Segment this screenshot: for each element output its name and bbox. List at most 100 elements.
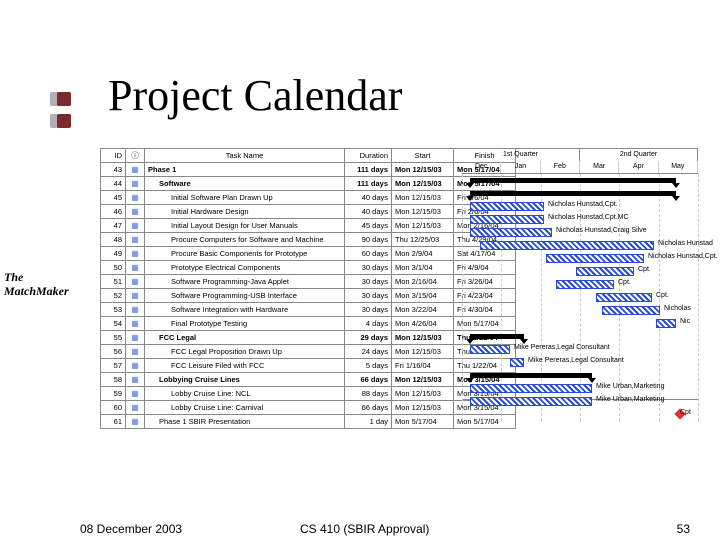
title-bullets — [50, 88, 71, 132]
resource-label: Cpt. — [618, 279, 631, 286]
info-icon — [131, 389, 139, 398]
gantt-row: Mike Pereras,Legal Consultant — [462, 356, 698, 369]
gantt-row: Nic — [462, 317, 698, 330]
table-row: 56FCC Legal Proposition Drawn Up24 daysM… — [101, 345, 516, 359]
gantt-row — [462, 174, 698, 187]
info-icon — [131, 277, 139, 286]
resource-label: Nicholas Hunstad,Craig Silve — [556, 227, 647, 234]
side-brand: The MatchMaker — [4, 270, 69, 298]
task-bar — [510, 358, 524, 367]
slide: Project Calendar The MatchMaker ID ⓘ Tas… — [0, 0, 720, 540]
gantt-row: Cpt — [462, 408, 698, 421]
gantt-quarter-header: 1st Quarter 2nd Quarter — [462, 149, 698, 161]
table-row: 59Lobby Cruise Line: NCL88 daysMon 12/15… — [101, 387, 516, 401]
table-row: 58Lobbying Cruise Lines66 daysMon 12/15/… — [101, 373, 516, 387]
info-icon — [131, 263, 139, 272]
resource-label: Nicholas Hunstad,Cpt. — [548, 201, 618, 208]
col-duration: Duration — [345, 149, 392, 163]
gantt-body: Nicholas Hunstad,Cpt. Nicholas Hunstad,Cp… — [462, 174, 698, 421]
task-bar — [576, 267, 634, 276]
footer-center: CS 410 (SBIR Approval) — [300, 522, 429, 536]
task-table: ID ⓘ Task Name Duration Start Finish 43P… — [100, 148, 516, 429]
task-bar — [470, 345, 510, 354]
month-cell: Apr — [619, 161, 658, 173]
gantt-row: Nicholas — [462, 304, 698, 317]
table-row: 53Software Integration with Hardware30 d… — [101, 303, 516, 317]
side-brand-line1: The — [4, 270, 69, 284]
info-icon — [131, 235, 139, 244]
table-row: 60Lobby Cruise Line: Carnival66 daysMon … — [101, 401, 516, 415]
task-bar — [596, 293, 652, 302]
gantt-row: Mike Urban,Marketing — [462, 382, 698, 395]
summary-bar — [470, 334, 524, 339]
gantt-row: Mike Pereras,Legal Consultant — [462, 343, 698, 356]
table-row: 55FCC Legal29 daysMon 12/15/03Thu 1/22/0… — [101, 331, 516, 345]
table-row: 46Initial Hardware Design40 daysMon 12/1… — [101, 205, 516, 219]
gantt-row: Nicholas Hunstad,Cpt.MC — [462, 213, 698, 226]
gantt-row: Nicholas Hunstad,Cpt. — [462, 252, 698, 265]
summary-bar — [470, 191, 676, 196]
info-icon — [131, 291, 139, 300]
table-row: 57FCC Leisure Filed with FCC5 daysFri 1/… — [101, 359, 516, 373]
info-icon — [131, 249, 139, 258]
table-row: 61Phase 1 SBIR Presentation1 dayMon 5/17… — [101, 415, 516, 429]
gantt-row: Nicholas Hunstad — [462, 239, 698, 252]
task-bar — [470, 228, 552, 237]
footer-date: 08 December 2003 — [80, 522, 182, 536]
table-row: 49Procure Basic Components for Prototype… — [101, 247, 516, 261]
resource-label: Mike Urban,Marketing — [596, 383, 664, 390]
footer-page: 53 — [677, 522, 690, 536]
task-bar — [470, 397, 592, 406]
gantt-row: Cpt. — [462, 291, 698, 304]
table-row: 52Software Programming-USB Interface30 d… — [101, 289, 516, 303]
info-icon — [131, 193, 139, 202]
col-name: Task Name — [145, 149, 345, 163]
resource-label: Mike Pereras,Legal Consultant — [528, 357, 624, 364]
info-icon — [131, 179, 139, 188]
info-icon — [131, 319, 139, 328]
slide-title: Project Calendar — [108, 70, 402, 121]
info-icon — [131, 375, 139, 384]
task-bar — [602, 306, 660, 315]
task-bar — [470, 202, 544, 211]
resource-label: Nic — [680, 318, 690, 325]
gantt-area: 1st Quarter 2nd Quarter DecJanFebMarAprM… — [462, 148, 698, 400]
resource-label: Nicholas Hunstad — [658, 240, 713, 247]
resource-label: Nicholas Hunstad,Cpt.MC — [548, 214, 629, 221]
resource-label: Nicholas Hunstad,Cpt. — [648, 253, 718, 260]
col-id: ID — [101, 149, 126, 163]
table-row: 45Initial Software Plan Drawn Up40 daysM… — [101, 191, 516, 205]
quarter-cell: 1st Quarter — [462, 149, 580, 161]
task-bar — [470, 384, 592, 393]
info-icon — [131, 403, 139, 412]
info-icon — [131, 417, 139, 426]
side-brand-line2: MatchMaker — [4, 284, 69, 298]
gantt-row — [462, 330, 698, 343]
resource-label: Mike Urban,Marketing — [596, 396, 664, 403]
info-icon — [131, 305, 139, 314]
table-row: 43Phase 1111 daysMon 12/15/03Mon 5/17/04 — [101, 163, 516, 177]
info-icon — [131, 207, 139, 216]
table-row: 44Software111 daysMon 12/15/03Mon 5/17/0… — [101, 177, 516, 191]
resource-label: Nicholas — [664, 305, 691, 312]
resource-label: Cpt — [680, 409, 691, 416]
gantt-row — [462, 187, 698, 200]
task-bar — [546, 254, 644, 263]
info-icon — [131, 221, 139, 230]
gantt-row: Nicholas Hunstad,Cpt. — [462, 200, 698, 213]
info-icon — [131, 361, 139, 370]
month-cell: Jan — [501, 161, 540, 173]
task-bar — [480, 241, 654, 250]
resource-label: Cpt. — [638, 266, 651, 273]
month-cell: May — [659, 161, 698, 173]
summary-bar — [470, 373, 592, 378]
info-icon — [131, 333, 139, 342]
gantt-row: Cpt. — [462, 265, 698, 278]
gantt-row: Cpt. — [462, 278, 698, 291]
table-row: 47Initial Layout Design for User Manuals… — [101, 219, 516, 233]
task-bar — [556, 280, 614, 289]
table-row: 51Software Programming-Java Applet30 day… — [101, 275, 516, 289]
summary-bar — [470, 178, 676, 183]
task-bar — [656, 319, 676, 328]
gantt-row — [462, 369, 698, 382]
